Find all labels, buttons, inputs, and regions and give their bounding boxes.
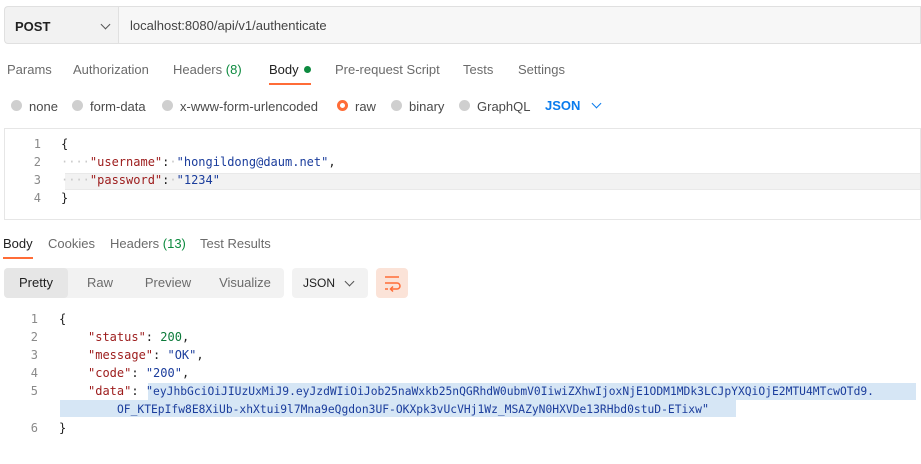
active-response-tab-underline (3, 257, 33, 259)
view-raw-button[interactable]: Raw (70, 268, 130, 298)
view-visualize-button[interactable]: Visualize (206, 268, 284, 298)
tab-settings[interactable]: Settings (518, 62, 565, 77)
response-headers-count: (13) (162, 236, 186, 251)
request-body-editor[interactable]: 1 2 3 4 { ····"username":·"hongildong@da… (4, 128, 921, 220)
headers-count: (8) (225, 62, 242, 77)
tab-test-results[interactable]: Test Results (200, 236, 271, 251)
json-key: "password" (89, 173, 163, 187)
radio-circle (459, 100, 470, 111)
tab-pre-request-script[interactable]: Pre-request Script (335, 62, 440, 77)
json-key: "data" (88, 384, 132, 398)
line-number: 5 (30, 384, 38, 398)
radio-circle-selected (337, 100, 348, 111)
view-mode-selector: Pretty Raw Preview Visualize (4, 268, 284, 298)
chevron-down-icon (344, 276, 355, 287)
json-brace: { (61, 137, 69, 151)
tab-response-cookies[interactable]: Cookies (48, 236, 95, 251)
tab-body[interactable]: Body (269, 62, 311, 77)
line-number: 4 (33, 191, 41, 205)
method-selector[interactable]: POST (4, 6, 118, 44)
line-number: 4 (30, 366, 38, 380)
json-brace: { (59, 312, 67, 326)
radio-circle (162, 100, 173, 111)
line-number: 3 (30, 348, 38, 362)
json-value: 200 (160, 330, 182, 344)
radio-circle (11, 100, 22, 111)
view-pretty-button[interactable]: Pretty (4, 268, 68, 298)
method-label: POST (15, 19, 51, 34)
tab-params[interactable]: Params (7, 62, 52, 77)
radio-circle (72, 100, 83, 111)
response-format-label: JSON (303, 276, 336, 290)
json-key: "status" (88, 330, 146, 344)
tab-headers[interactable]: Headers (8) (173, 62, 242, 77)
url-text: localhost:8080/api/v1/authenticate (130, 18, 327, 33)
line-number: 3 (33, 173, 41, 187)
json-value: "OK" (167, 348, 197, 362)
radio-circle (391, 100, 402, 111)
json-key: "message" (88, 348, 154, 362)
response-format-dropdown[interactable]: JSON (292, 268, 368, 298)
wrap-lines-button[interactable] (376, 268, 408, 298)
body-format-dropdown[interactable]: JSON (545, 98, 602, 113)
json-brace: } (59, 421, 67, 435)
active-tab-underline (269, 83, 311, 85)
tab-response-headers[interactable]: Headers (13) (110, 236, 186, 251)
line-number: 6 (30, 421, 38, 435)
json-key: "username" (89, 155, 163, 169)
json-brace: } (61, 191, 69, 205)
json-value-token-continued: OF_KTEpIfw8E8XiUb-xhXtui9l7Mna9eQgdon3UF… (117, 403, 702, 416)
response-body-viewer[interactable]: 1 2 3 4 5 6 { "status": 200, "message": … (0, 311, 921, 441)
indent-guide: ···· (61, 155, 90, 169)
url-input[interactable]: localhost:8080/api/v1/authenticate (118, 6, 921, 44)
line-number: 1 (30, 312, 38, 326)
line-number: 2 (33, 155, 41, 169)
body-indicator-dot (303, 66, 311, 73)
json-value: "200" (145, 366, 182, 380)
indent-guide: ···· (61, 173, 90, 187)
line-number: 2 (30, 330, 38, 344)
json-value: "hongildong@daum.net" (176, 155, 329, 169)
wrap-lines-icon (385, 276, 401, 293)
tab-tests[interactable]: Tests (463, 62, 493, 77)
json-value-token: eyJhbGciOiJIUzUxMiJ9.eyJzdWIiOiJob25naWx… (153, 385, 874, 398)
json-value: "1234" (176, 173, 220, 187)
json-key: "code" (88, 366, 132, 380)
tab-authorization[interactable]: Authorization (73, 62, 149, 77)
chevron-down-icon (100, 19, 111, 30)
tab-response-body[interactable]: Body (3, 236, 33, 251)
chevron-down-icon (591, 98, 602, 109)
view-preview-button[interactable]: Preview (132, 268, 204, 298)
line-number: 1 (33, 137, 41, 151)
